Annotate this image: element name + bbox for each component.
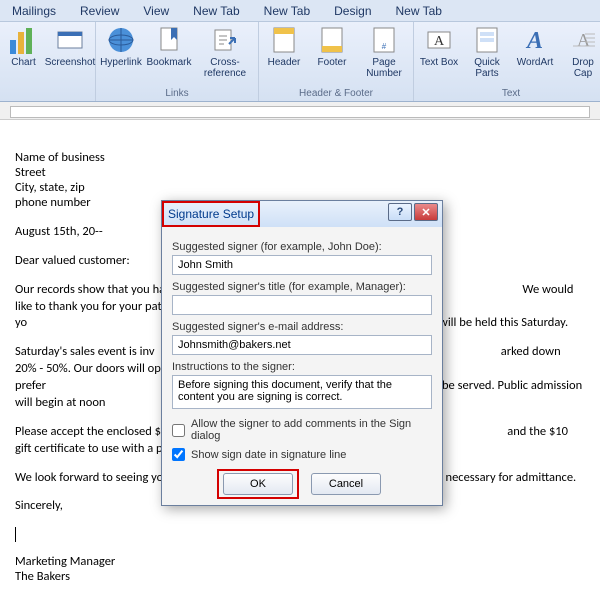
wordart-button[interactable]: A WordArt	[514, 24, 556, 69]
hyperlink-button[interactable]: Hyperlink	[100, 24, 142, 69]
header-button[interactable]: Header	[263, 24, 305, 69]
page-number-button[interactable]: # Page Number	[359, 24, 409, 79]
group-label-links: Links	[100, 88, 254, 101]
tab-mailings[interactable]: Mailings	[0, 1, 68, 21]
label-signer-title: Suggested signer's title (for example, M…	[172, 281, 432, 293]
svg-text:A: A	[525, 28, 543, 54]
tab-view[interactable]: View	[131, 1, 181, 21]
ok-button[interactable]: OK	[223, 473, 293, 495]
checkbox-show-date[interactable]	[172, 448, 185, 461]
header-icon	[268, 24, 300, 56]
group-label-text: Text	[418, 88, 600, 101]
checkbox-row-showdate[interactable]: Show sign date in signature line	[172, 448, 432, 461]
input-email[interactable]	[172, 335, 432, 355]
cross-reference-button[interactable]: Cross-reference	[196, 24, 254, 79]
cancel-button[interactable]: Cancel	[311, 473, 381, 495]
help-button[interactable]: ?	[388, 203, 412, 221]
label-email: Suggested signer's e-mail address:	[172, 321, 432, 333]
crossref-icon	[209, 24, 241, 56]
sig-role: Marketing Manager	[15, 554, 585, 569]
drop-cap-button[interactable]: A Drop Cap	[562, 24, 600, 79]
tutorial-highlight-ok: OK	[223, 473, 293, 495]
addr-street: Street	[15, 165, 585, 180]
svg-text:#: #	[382, 42, 387, 51]
input-instructions[interactable]	[172, 375, 432, 409]
bookmark-icon	[153, 24, 185, 56]
checkbox-label-showdate: Show sign date in signature line	[191, 449, 346, 461]
wordart-icon: A	[519, 24, 551, 56]
chart-button[interactable]: Chart	[4, 24, 43, 69]
text-cursor	[15, 527, 585, 542]
checkbox-label-comments: Allow the signer to add comments in the …	[191, 418, 432, 442]
ribbon: Chart Screenshot Hyperlink Bookmark Cros…	[0, 22, 600, 102]
addr-business: Name of business	[15, 150, 585, 165]
svg-text:A: A	[434, 34, 445, 49]
tab-newtab3[interactable]: New Tab	[384, 1, 454, 21]
dialog-title: Signature Setup	[168, 207, 254, 221]
group-label-hf: Header & Footer	[263, 88, 409, 101]
page-number-icon: #	[368, 24, 400, 56]
globe-icon	[105, 24, 137, 56]
checkbox-allow-comments[interactable]	[172, 424, 185, 437]
footer-button[interactable]: Footer	[311, 24, 353, 69]
ribbon-tab-strip: Mailings Review View New Tab New Tab Des…	[0, 0, 600, 22]
checkbox-row-comments[interactable]: Allow the signer to add comments in the …	[172, 418, 432, 442]
sig-company: The Bakers	[15, 569, 585, 584]
screenshot-icon	[54, 24, 86, 56]
ribbon-group-text: A Text Box Quick Parts A WordArt A Drop …	[414, 22, 600, 101]
quick-parts-button[interactable]: Quick Parts	[466, 24, 508, 79]
quickparts-icon	[471, 24, 503, 56]
dialog-body: Suggested signer (for example, John Doe)…	[162, 227, 442, 505]
textbox-icon: A	[423, 24, 455, 56]
screenshot-button[interactable]: Screenshot	[49, 24, 91, 69]
ribbon-group-links: Hyperlink Bookmark Cross-reference Links	[96, 22, 259, 101]
label-instructions: Instructions to the signer:	[172, 361, 432, 373]
bookmark-button[interactable]: Bookmark	[148, 24, 190, 69]
chart-icon	[8, 24, 40, 56]
ribbon-group-illustrations: Chart Screenshot	[0, 22, 96, 101]
dropcap-icon: A	[567, 24, 599, 56]
tab-design[interactable]: Design	[322, 1, 383, 21]
tab-review[interactable]: Review	[68, 1, 131, 21]
ribbon-group-header-footer: Header Footer # Page Number Header & Foo…	[259, 22, 414, 101]
horizontal-ruler[interactable]	[0, 102, 600, 120]
input-signer[interactable]	[172, 255, 432, 275]
text-box-button[interactable]: A Text Box	[418, 24, 460, 69]
input-signer-title[interactable]	[172, 295, 432, 315]
dialog-titlebar[interactable]: Signature Setup ? ✕	[162, 201, 442, 227]
close-button[interactable]: ✕	[414, 203, 438, 221]
addr-city: City, state, zip	[15, 180, 585, 195]
close-icon: ✕	[421, 206, 430, 219]
svg-text:A: A	[577, 30, 590, 50]
label-signer: Suggested signer (for example, John Doe)…	[172, 241, 432, 253]
tab-newtab2[interactable]: New Tab	[252, 1, 322, 21]
signature-setup-dialog: Signature Setup ? ✕ Suggested signer (fo…	[161, 200, 443, 506]
tab-newtab1[interactable]: New Tab	[181, 1, 251, 21]
help-icon: ?	[397, 206, 404, 218]
footer-icon	[316, 24, 348, 56]
